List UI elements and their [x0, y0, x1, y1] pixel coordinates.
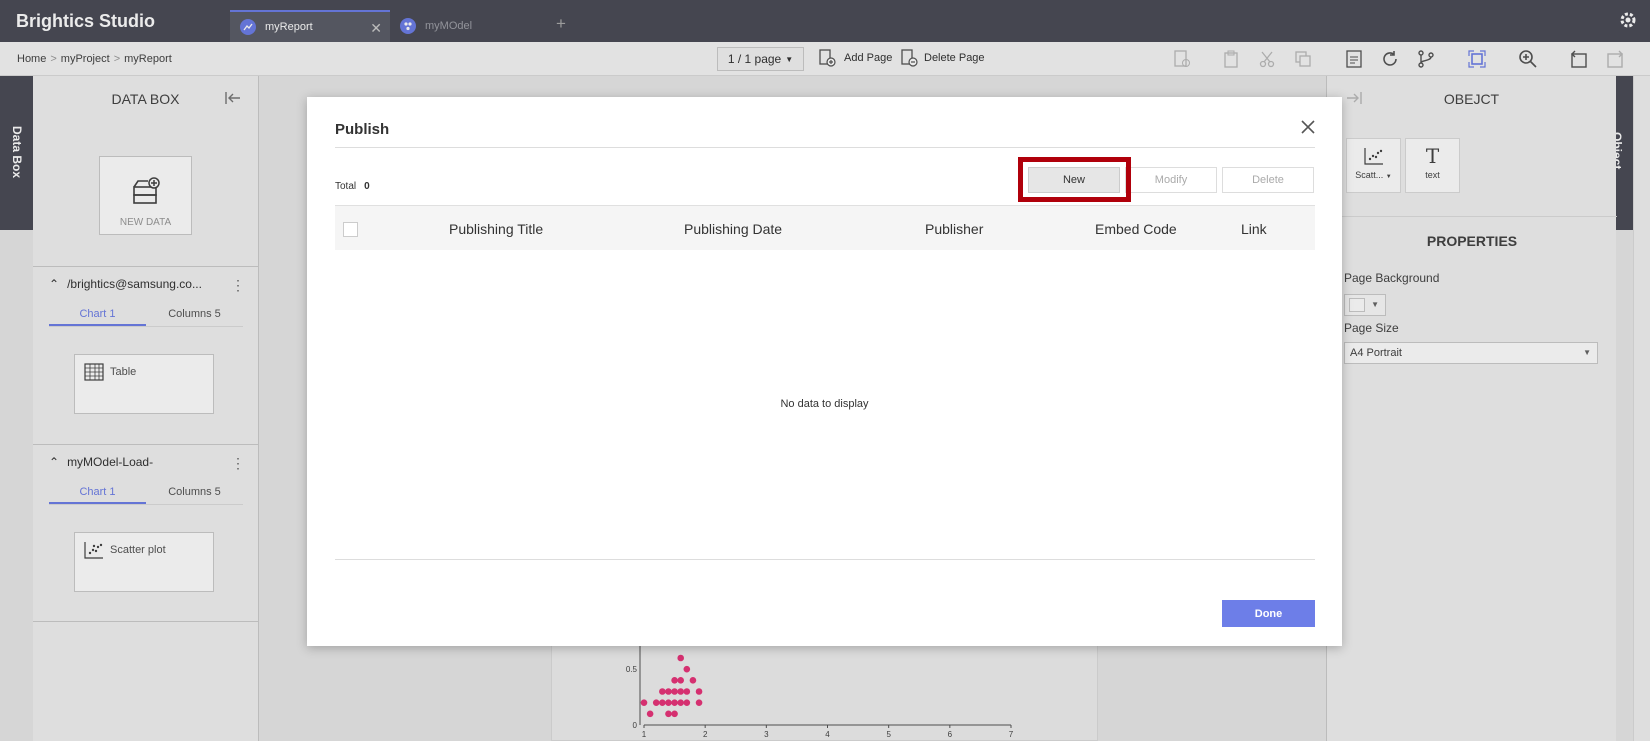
column-link[interactable]: Link [1241, 221, 1267, 237]
empty-message: No data to display [780, 398, 869, 410]
highlight-box [1018, 157, 1131, 202]
column-publishing-date[interactable]: Publishing Date [684, 221, 782, 237]
column-publisher[interactable]: Publisher [925, 221, 983, 237]
close-icon[interactable] [1300, 119, 1316, 135]
select-all-checkbox[interactable] [343, 222, 358, 237]
total-count: Total 0 [335, 181, 370, 192]
divider [335, 147, 1315, 148]
done-button[interactable]: Done [1222, 600, 1315, 627]
grid-header: Publishing Title Publishing Date Publish… [335, 205, 1315, 250]
publish-dialog: Publish Total 0 New Modify Delete Publish… [307, 97, 1342, 646]
delete-button[interactable]: Delete [1222, 167, 1314, 193]
column-publishing-title[interactable]: Publishing Title [449, 221, 543, 237]
modify-button[interactable]: Modify [1125, 167, 1217, 193]
total-value: 0 [364, 181, 370, 192]
divider [335, 559, 1315, 560]
column-embed-code[interactable]: Embed Code [1095, 221, 1177, 237]
dialog-title: Publish [335, 121, 390, 138]
total-label: Total [335, 181, 357, 192]
